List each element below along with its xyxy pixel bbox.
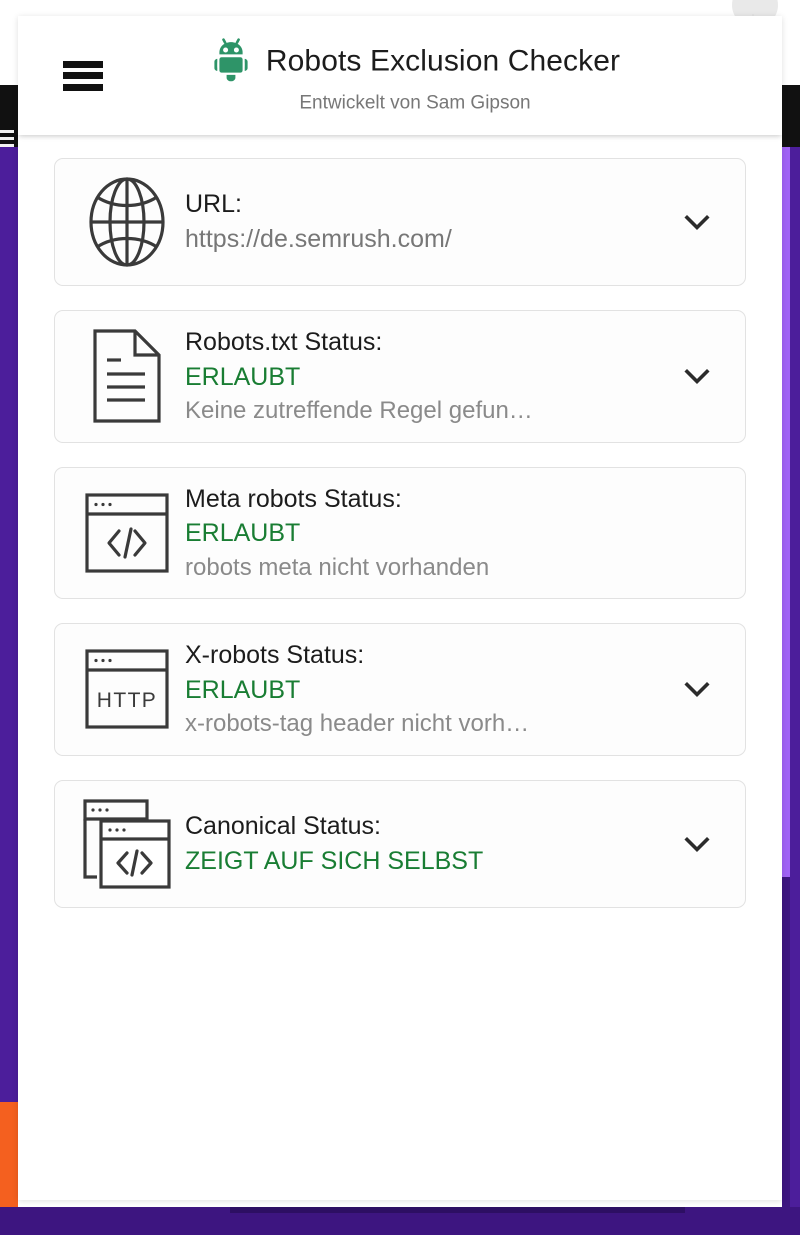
card-canonical[interactable]: Canonical Status: ZEIGT AUF SICH SELBST	[54, 779, 746, 908]
card-robots-txt-label: Robots.txt Status:	[185, 328, 383, 356]
card-x-robots-status: ERLAUBT	[185, 675, 301, 704]
card-canonical-status: ZEIGT AUF SICH SELBST	[185, 846, 484, 875]
svg-text:HTTP: HTTP	[97, 689, 157, 712]
document-icon	[75, 328, 179, 424]
card-meta-robots-body: Meta robots Status: ERLAUBT robots meta …	[179, 482, 669, 585]
card-robots-txt-body: Robots.txt Status: ERLAUBT Keine zutreff…	[179, 325, 669, 428]
page-title: Robots Exclusion Checker	[265, 44, 621, 78]
card-meta-robots-status: ERLAUBT	[185, 519, 301, 548]
card-canonical-body: Canonical Status: ZEIGT AUF SICH SELBST	[179, 809, 669, 878]
chevron-down-icon[interactable]	[669, 359, 725, 393]
card-x-robots-detail: x-robots-tag header nicht vorh…	[185, 710, 530, 738]
card-robots-txt[interactable]: Robots.txt Status: ERLAUBT Keine zutreff…	[54, 310, 746, 443]
background-purple-left-strip	[0, 147, 18, 1102]
card-meta-robots-detail: robots meta nicht vorhanden	[185, 553, 490, 581]
brand-block: Robots Exclusion Checker Entwickelt von …	[18, 36, 782, 115]
http-window-icon: HTTP	[75, 645, 179, 733]
robot-icon	[210, 36, 252, 87]
card-meta-robots-label: Meta robots Status:	[185, 484, 402, 513]
chevron-down-icon[interactable]	[669, 827, 725, 861]
card-url-label: URL:	[185, 190, 242, 218]
card-url-value: https://de.semrush.com/	[185, 224, 452, 253]
card-x-robots-label: X-robots Status:	[185, 641, 365, 670]
background-purple-right-edge	[790, 147, 800, 1207]
card-meta-robots[interactable]: Meta robots Status: ERLAUBT robots meta …	[54, 466, 746, 600]
card-canonical-label: Canonical Status:	[185, 812, 381, 841]
card-robots-txt-status: ERLAUBT	[185, 362, 301, 391]
card-robots-txt-detail: Keine zutreffende Regel gefun…	[185, 397, 533, 424]
status-card-list: URL: https://de.semrush.com/ Robots.txt …	[18, 135, 782, 1200]
chevron-down-icon[interactable]	[669, 672, 725, 706]
globe-icon	[75, 175, 179, 269]
stacked-code-windows-icon	[75, 795, 179, 893]
background-orange-left-strip	[0, 1102, 18, 1207]
code-window-icon	[75, 489, 179, 577]
card-x-robots-body: X-robots Status: ERLAUBT x-robots-tag he…	[179, 638, 669, 741]
chevron-down-icon[interactable]	[669, 205, 725, 239]
card-url[interactable]: URL: https://de.semrush.com/	[54, 158, 746, 286]
popup-header: Robots Exclusion Checker Entwickelt von …	[18, 16, 782, 135]
background-bottom-bar-inner	[230, 1207, 685, 1213]
card-url-body: URL: https://de.semrush.com/	[179, 187, 669, 257]
card-x-robots[interactable]: HTTP X-robots Status: ERLAUBT x-robots-t…	[54, 623, 746, 756]
extension-popup: Robots Exclusion Checker Entwickelt von …	[18, 16, 782, 1200]
brand-subtitle: Entwickelt von Sam Gipson	[299, 92, 531, 114]
